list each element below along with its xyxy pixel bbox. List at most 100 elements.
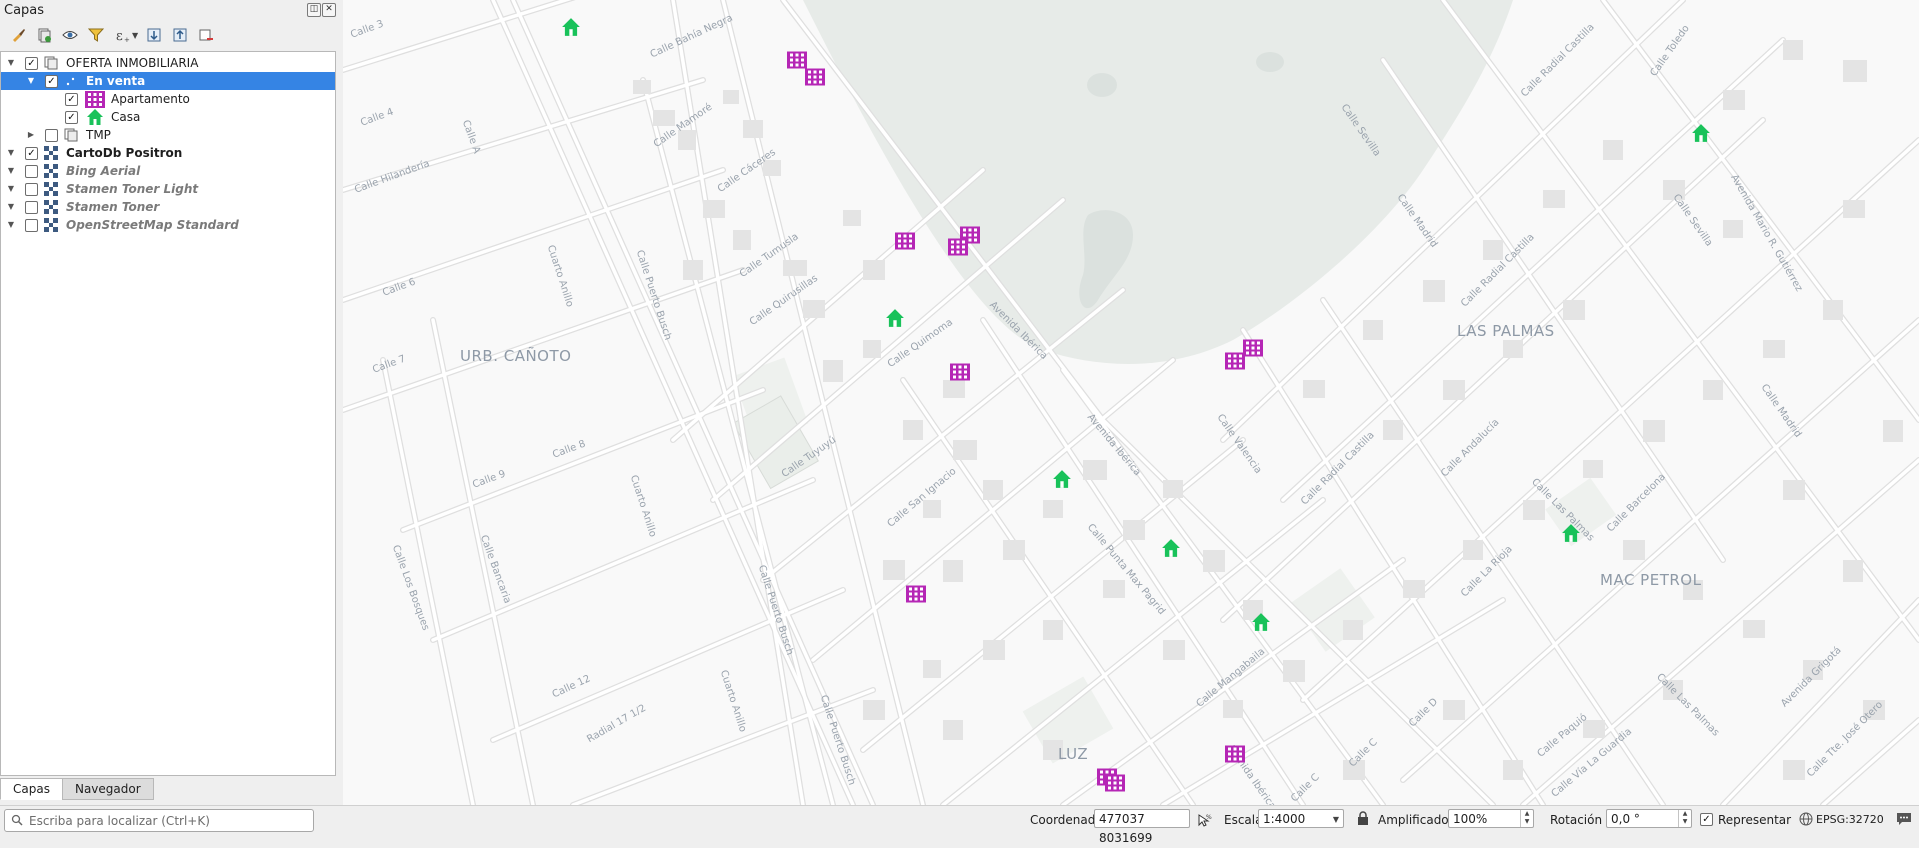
lock-icon[interactable] — [1357, 811, 1369, 826]
collapse-arrow-icon[interactable]: ▼ — [26, 76, 36, 86]
house-marker[interactable] — [1052, 469, 1072, 489]
scale-value: 1:4000 — [1263, 812, 1306, 826]
category-checkbox[interactable]: ✓ — [65, 92, 78, 106]
locator-input[interactable] — [27, 810, 313, 831]
layer-row-casa[interactable]: ✓ Casa — [1, 108, 335, 126]
mouse-coord-toggle-icon[interactable]: % — [1196, 812, 1212, 828]
eye-icon — [62, 31, 78, 39]
filter-expression-button[interactable]: ε + — [112, 25, 132, 45]
collapse-all-button[interactable] — [170, 25, 190, 45]
expand-all-button[interactable] — [144, 25, 164, 45]
crs-button[interactable]: EPSG:32720 — [1816, 813, 1884, 826]
layer-name: TMP — [86, 128, 111, 142]
svg-text:%: % — [1206, 814, 1212, 821]
scale-combo[interactable]: 1:4000 ▼ — [1258, 809, 1344, 828]
house-marker[interactable] — [1161, 538, 1181, 558]
layer-checkbox[interactable] — [25, 164, 38, 178]
apartment-marker[interactable] — [1243, 338, 1263, 358]
collapse-arrow-icon[interactable]: ▼ — [6, 184, 16, 194]
layer-row-en-venta[interactable]: ▼ ✓ En venta — [1, 72, 335, 90]
layer-row-apartamento[interactable]: ✓ Apartamento — [1, 90, 335, 108]
layers-panel: Capas ◫ ✕ ε + ▼ ▼ ✓ OFERTA INMOBILIARIA … — [0, 0, 336, 804]
paintbrush-icon — [13, 29, 25, 42]
apartment-marker[interactable] — [1105, 773, 1125, 793]
layer-row-bing-aerial[interactable]: ▼ Bing Aerial — [1, 162, 335, 180]
house-marker[interactable] — [1691, 123, 1711, 143]
layer-row-stamen-toner[interactable]: ▼ Stamen Toner — [1, 198, 335, 216]
collapse-arrow-icon[interactable]: ▼ — [6, 166, 16, 176]
house-marker[interactable] — [561, 17, 581, 37]
remove-layer-icon — [199, 29, 214, 41]
layer-tree[interactable]: ▼ ✓ OFERTA INMOBILIARIA ▼ ✓ En venta ✓ A… — [0, 51, 336, 776]
tab-capas[interactable]: Capas — [0, 778, 63, 800]
magnifier-spinbox[interactable]: 100% ▲ ▼ — [1448, 809, 1534, 828]
layer-group-icon — [63, 127, 79, 143]
collapse-arrow-icon[interactable]: ▼ — [6, 202, 16, 212]
layer-name: Stamen Toner — [66, 200, 160, 214]
collapse-all-icon — [173, 28, 187, 42]
style-manager-button[interactable] — [8, 25, 28, 45]
map-canvas[interactable]: URB. CAÑOTO LAS PALMAS MAC PETROL LUZ Ca… — [343, 0, 1919, 805]
layer-checkbox[interactable]: ✓ — [45, 74, 58, 88]
pond — [1256, 52, 1284, 72]
layer-name: Bing Aerial — [66, 164, 141, 178]
render-checkbox[interactable]: ✓ — [1700, 813, 1713, 826]
chevron-down-icon: ▼ — [1332, 815, 1339, 824]
apartment-marker[interactable] — [895, 231, 915, 251]
apartment-marker[interactable] — [787, 50, 807, 70]
house-marker[interactable] — [1561, 523, 1581, 543]
float-panel-button[interactable]: ◫ — [307, 3, 321, 17]
messages-icon[interactable] — [1896, 812, 1912, 826]
visibility-button[interactable] — [60, 25, 80, 45]
add-group-button[interactable] — [34, 25, 54, 45]
scale-label: Escala — [1224, 813, 1263, 827]
layer-checkbox[interactable] — [25, 182, 38, 196]
apartment-marker[interactable] — [1225, 744, 1245, 764]
layer-checkbox[interactable]: ✓ — [25, 146, 38, 160]
layer-row-tmp[interactable]: ▶ TMP — [1, 126, 335, 144]
tab-navegador[interactable]: Navegador — [61, 778, 154, 800]
layer-row-stamen-toner-light[interactable]: ▼ Stamen Toner Light — [1, 180, 335, 198]
layer-name: CartoDb Positron — [66, 146, 183, 160]
coordinate-label: Coordenada — [1030, 813, 1103, 827]
apartment-marker[interactable] — [1225, 351, 1245, 371]
apartment-marker[interactable] — [950, 362, 970, 382]
add-group-icon — [38, 28, 51, 43]
apartment-marker[interactable] — [948, 237, 968, 257]
district-label: MAC PETROL — [1600, 571, 1702, 589]
apartment-marker[interactable] — [805, 67, 825, 87]
layer-checkbox[interactable] — [25, 200, 38, 214]
magnifier-value: 100% — [1453, 812, 1488, 826]
close-panel-button[interactable]: ✕ — [322, 3, 336, 17]
layer-checkbox[interactable] — [25, 218, 38, 232]
layers-toolbar: ε + ▼ — [8, 24, 216, 46]
apartment-marker[interactable] — [906, 584, 926, 604]
coordinate-field[interactable]: 477037 8031699 — [1094, 809, 1190, 845]
filter-button[interactable] — [86, 25, 106, 45]
raster-layer-icon — [43, 163, 59, 179]
collapse-arrow-icon[interactable]: ▼ — [6, 148, 16, 158]
collapse-arrow-icon[interactable]: ▼ — [6, 220, 16, 230]
layer-row-oferta-inmobiliaria[interactable]: ▼ ✓ OFERTA INMOBILIARIA — [1, 54, 335, 72]
layer-checkbox[interactable]: ✓ — [25, 56, 38, 70]
house-marker[interactable] — [885, 308, 905, 328]
collapse-arrow-icon[interactable]: ▼ — [6, 58, 16, 68]
layer-row-openstreetmap-standard[interactable]: ▼ OpenStreetMap Standard — [1, 216, 335, 234]
remove-layer-button[interactable] — [196, 25, 216, 45]
locator-bar[interactable] — [4, 809, 314, 832]
dropdown-arrow-icon[interactable]: ▼ — [132, 31, 138, 40]
layer-name: OFERTA INMOBILIARIA — [66, 56, 199, 70]
expand-arrow-icon[interactable]: ▶ — [26, 130, 36, 140]
spin-arrows-icon[interactable]: ▲ ▼ — [1678, 810, 1691, 827]
pond — [1087, 73, 1117, 97]
category-checkbox[interactable]: ✓ — [65, 110, 78, 124]
expand-all-icon — [147, 28, 161, 42]
rotation-value: 0,0 ° — [1611, 812, 1640, 826]
layer-row-cartodb-positron[interactable]: ▼ ✓ CartoDb Positron — [1, 144, 335, 162]
rotation-spinbox[interactable]: 0,0 ° ▲ ▼ — [1606, 809, 1692, 828]
layer-name: Stamen Toner Light — [66, 182, 199, 196]
spin-arrows-icon[interactable]: ▲ ▼ — [1520, 810, 1533, 827]
lagoon — [803, 0, 1513, 364]
layer-checkbox[interactable] — [45, 128, 58, 142]
house-marker[interactable] — [1251, 612, 1271, 632]
